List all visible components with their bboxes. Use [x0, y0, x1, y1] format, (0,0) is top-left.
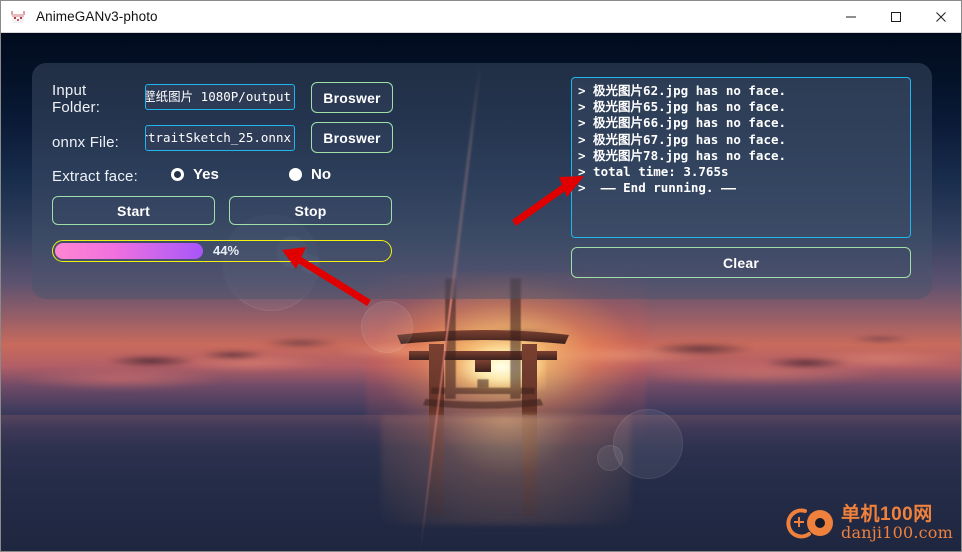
- extract-face-label: Extract face:: [52, 167, 138, 185]
- window-controls: [828, 1, 961, 33]
- log-line: > 极光图片67.jpg has no face.: [578, 131, 787, 147]
- log-line: > 极光图片65.jpg has no face.: [578, 99, 787, 115]
- onnx-file-browse-label: Broswer: [323, 129, 381, 146]
- watermark-en: danji100.com: [841, 522, 953, 542]
- onnx-file-row: onnx File:: [52, 132, 132, 152]
- extract-face-radio-yes[interactable]: Yes: [171, 166, 219, 183]
- close-icon[interactable]: [918, 1, 961, 33]
- progress-bar-fill: [55, 243, 203, 259]
- onnx-file-label: onnx File:: [52, 133, 120, 151]
- bokeh-circle: [361, 301, 413, 353]
- extract-face-row: Extract face:: [52, 166, 152, 186]
- input-folder-label: Input Folder:: [52, 82, 101, 116]
- input-folder-field[interactable]: 壁纸图片 1080P/output: [145, 84, 295, 110]
- stop-label: Stop: [294, 202, 327, 219]
- titlebar: AnimeGANv3-photo: [1, 1, 961, 33]
- bokeh-circle: [613, 409, 683, 479]
- onnx-file-field[interactable]: ortraitSketch_25.onnx: [145, 125, 295, 151]
- minimize-icon[interactable]: [828, 1, 873, 33]
- radio-yes-label: Yes: [193, 166, 219, 183]
- start-label: Start: [117, 202, 150, 219]
- input-folder-browse-button[interactable]: Broswer: [311, 82, 393, 113]
- log-output-panel[interactable]: > 极光图片62.jpg has no face. > 极光图片65.jpg h…: [571, 77, 911, 238]
- log-line: > 极光图片62.jpg has no face.: [578, 83, 787, 98]
- radio-no-label: No: [311, 166, 331, 183]
- water-sun-reflection: [381, 415, 631, 525]
- watermark-cn: 单机100网: [841, 503, 933, 525]
- onnx-file-browse-button[interactable]: Broswer: [311, 122, 393, 153]
- maximize-icon[interactable]: [873, 1, 918, 33]
- input-folder-value: 壁纸图片 1080P/output: [145, 89, 291, 104]
- cat-face-icon: [10, 9, 26, 25]
- clear-label: Clear: [722, 254, 760, 271]
- log-line: > 极光图片78.jpg has no face.: [578, 147, 787, 163]
- onnx-file-value: ortraitSketch_25.onnx: [145, 130, 291, 145]
- radio-no-icon: [289, 168, 302, 181]
- start-button[interactable]: Start: [52, 196, 215, 225]
- radio-yes-icon: [171, 168, 184, 181]
- input-folder-row: Input Folder:: [52, 82, 132, 116]
- window-title: AnimeGANv3-photo: [36, 9, 158, 24]
- extract-face-radio-no[interactable]: No: [289, 166, 331, 183]
- watermark: 单机100网 danji100.com: [779, 501, 953, 545]
- app-window: AnimeGANv3-photo Input Folder: 壁纸图片 1080…: [0, 0, 962, 552]
- log-line: > total time: 3.765s: [578, 164, 729, 180]
- stop-button[interactable]: Stop: [229, 196, 392, 225]
- log-line: > 极光图片66.jpg has no face.: [578, 115, 787, 131]
- watermark-text: 单机100网 danji100.com: [841, 503, 953, 542]
- danji-logo-icon: [786, 508, 834, 539]
- bokeh-circle: [597, 445, 623, 471]
- progress-percent-label: 44%: [213, 243, 240, 258]
- clear-button[interactable]: Clear: [571, 247, 911, 278]
- log-line: > —— End running. ——: [578, 180, 737, 196]
- input-folder-browse-label: Broswer: [323, 89, 381, 106]
